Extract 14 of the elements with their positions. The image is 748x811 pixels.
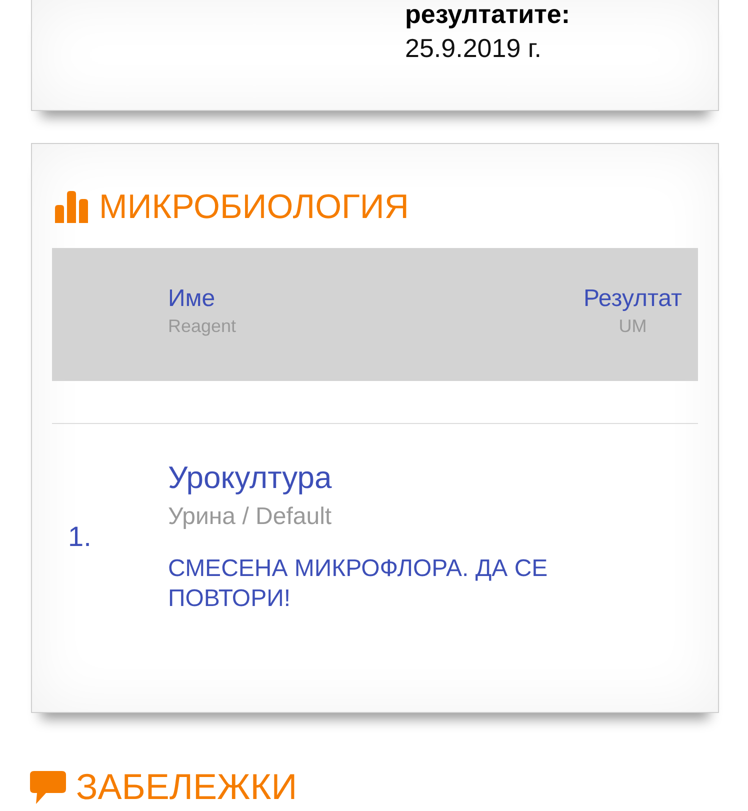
section-title: МИКРОБИОЛОГИЯ xyxy=(99,188,409,226)
notes-title: ЗАБЕЛЕЖКИ xyxy=(76,767,298,807)
column-subtitle: UM xyxy=(618,315,647,338)
column-title: Име xyxy=(168,284,216,314)
test-name: Урокултура xyxy=(168,460,333,496)
specimen-text: Урина / Default xyxy=(168,502,333,532)
result-date-label: резултатите: xyxy=(405,0,572,28)
result-date-value: 25.9.2019 г. xyxy=(405,34,542,62)
speech-bubble-icon xyxy=(30,770,66,804)
result-text: СМЕСЕНА МИКРОФЛОРА. ДА СЕ ПОВТОРИ! xyxy=(168,554,549,614)
column-title: Резултат xyxy=(583,284,682,314)
row-number: 1. xyxy=(68,521,92,552)
column-subtitle: Reagent xyxy=(168,315,238,338)
bar-chart-icon xyxy=(55,191,89,223)
